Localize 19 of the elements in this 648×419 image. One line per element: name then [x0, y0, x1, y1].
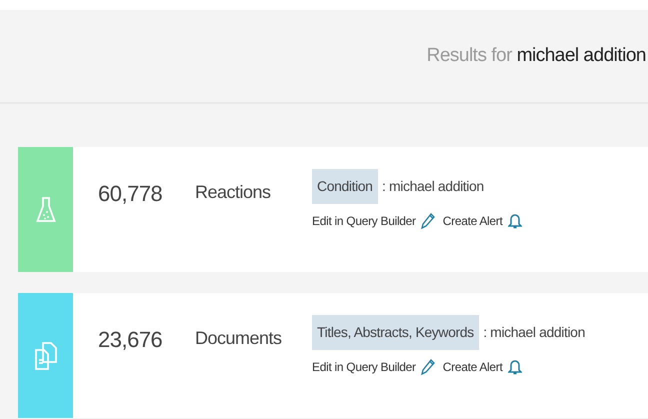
- create-alert-link[interactable]: Create Alert: [442, 212, 522, 230]
- documents-icon: [34, 342, 56, 370]
- create-alert-link[interactable]: Create Alert: [442, 358, 522, 376]
- edit-query-link[interactable]: Edit in Query Builder: [312, 358, 435, 376]
- pencil-icon: [420, 213, 435, 229]
- bell-icon: [508, 213, 522, 229]
- edit-query-link[interactable]: Edit in Query Builder: [312, 212, 435, 230]
- result-count: 23,676: [98, 327, 162, 352]
- query-text: : michael addition: [483, 324, 585, 340]
- search-field-tag: Condition: [312, 169, 378, 204]
- pencil-icon: [420, 359, 435, 375]
- category-label: Documents: [195, 328, 282, 348]
- flask-icon: [36, 196, 56, 222]
- results-heading: Results for michael addition: [426, 44, 646, 68]
- bell-icon: [508, 359, 522, 375]
- result-count: 60,778: [98, 181, 162, 206]
- category-label: Reactions: [195, 182, 271, 202]
- search-field-tag: Titles, Abstracts, Keywords: [312, 315, 479, 350]
- query-text: : michael addition: [382, 178, 484, 194]
